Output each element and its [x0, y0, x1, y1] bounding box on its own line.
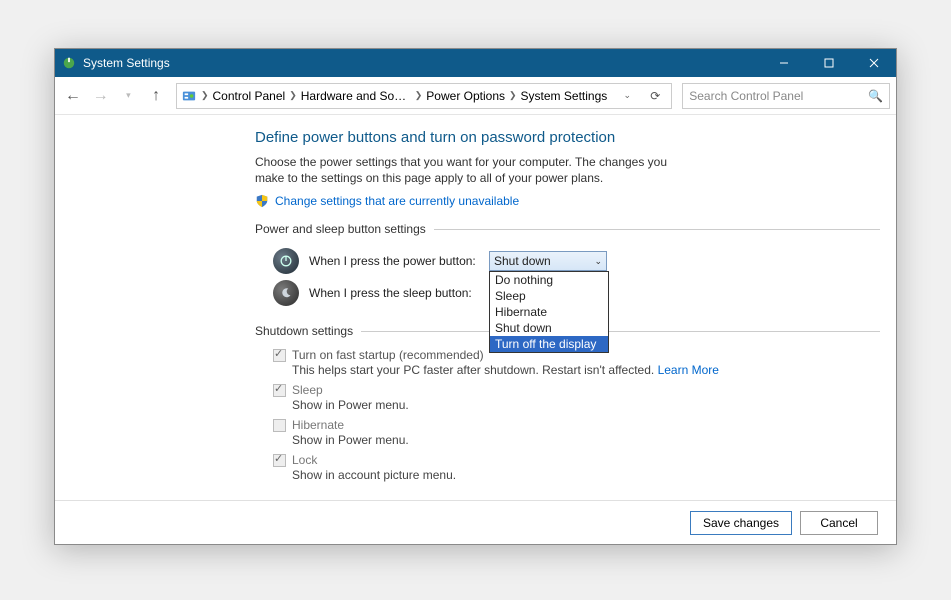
breadcrumb-item[interactable]: System Settings — [521, 89, 608, 103]
dropdown-option[interactable]: Do nothing — [490, 272, 608, 288]
chevron-right-icon: ❯ — [201, 90, 209, 101]
minimize-button[interactable] — [761, 49, 806, 77]
chevron-down-icon: ⌄ — [594, 256, 602, 267]
address-dropdown-icon[interactable]: ⌄ — [615, 84, 639, 108]
checkbox-description: Show in Power menu. — [292, 398, 880, 412]
checkbox-label: Turn on fast startup (recommended) — [292, 348, 484, 362]
power-button-combo[interactable]: Shut down ⌄ Do nothingSleepHibernateShut… — [489, 251, 607, 271]
page-title: Define power buttons and turn on passwor… — [255, 129, 880, 146]
learn-more-link[interactable]: Learn More — [658, 363, 719, 377]
control-panel-icon — [181, 88, 197, 104]
page-description: Choose the power settings that you want … — [255, 154, 695, 186]
power-icon — [273, 248, 299, 274]
dropdown-option[interactable]: Shut down — [490, 320, 608, 336]
breadcrumb-item[interactable]: Power Options — [426, 89, 505, 103]
app-icon — [61, 55, 77, 71]
checkbox-label: Lock — [292, 453, 317, 467]
group-label: Shutdown settings — [255, 324, 353, 338]
dropdown-option[interactable]: Sleep — [490, 288, 608, 304]
group-power-sleep: Power and sleep button settings — [255, 222, 880, 236]
titlebar: System Settings — [55, 49, 896, 77]
group-label: Power and sleep button settings — [255, 222, 426, 236]
back-button[interactable]: ← — [61, 84, 85, 108]
breadcrumb-item[interactable]: Control Panel — [212, 89, 285, 103]
dialog-footer: Save changes Cancel — [55, 500, 896, 544]
checkbox-description: This helps start your PC faster after sh… — [292, 363, 880, 377]
checkbox — [273, 384, 286, 397]
checkbox-label: Hibernate — [292, 418, 344, 432]
breadcrumb-item[interactable]: Hardware and Sound — [301, 89, 411, 103]
window-title: System Settings — [83, 56, 761, 70]
cancel-button[interactable]: Cancel — [800, 511, 878, 535]
shutdown-item: HibernateShow in Power menu. — [273, 418, 880, 447]
search-box[interactable]: 🔍 — [682, 83, 890, 109]
checkbox — [273, 349, 286, 362]
refresh-button[interactable]: ⟳ — [643, 84, 667, 108]
close-button[interactable] — [851, 49, 896, 77]
dropdown-option[interactable]: Turn off the display — [490, 336, 608, 352]
power-button-row: When I press the power button: Shut down… — [255, 248, 880, 274]
sleep-icon — [273, 280, 299, 306]
checkbox — [273, 419, 286, 432]
combo-value: Shut down — [494, 254, 551, 268]
forward-button[interactable]: → — [89, 84, 113, 108]
uac-shield-icon — [255, 194, 269, 208]
checkbox — [273, 454, 286, 467]
maximize-button[interactable] — [806, 49, 851, 77]
shutdown-settings-list: Turn on fast startup (recommended)This h… — [255, 348, 880, 482]
toolbar: ← → ▾ ↑ ❯ Control Panel ❯ Hardware and S… — [55, 77, 896, 115]
chevron-right-icon: ❯ — [509, 90, 517, 101]
chevron-right-icon: ❯ — [415, 90, 423, 101]
address-bar[interactable]: ❯ Control Panel ❯ Hardware and Sound ❯ P… — [176, 83, 672, 109]
checkbox-label: Sleep — [292, 383, 323, 397]
search-icon[interactable]: 🔍 — [868, 89, 883, 103]
up-button[interactable]: ↑ — [144, 84, 168, 108]
checkbox-description: Show in Power menu. — [292, 433, 880, 447]
uac-change-settings-link[interactable]: Change settings that are currently unava… — [275, 194, 519, 208]
shutdown-item: SleepShow in Power menu. — [273, 383, 880, 412]
content-area: Define power buttons and turn on passwor… — [55, 115, 896, 482]
chevron-right-icon: ❯ — [289, 90, 297, 101]
sleep-button-label: When I press the sleep button: — [309, 286, 479, 300]
search-input[interactable] — [689, 89, 868, 103]
checkbox-description: Show in account picture menu. — [292, 468, 880, 482]
power-button-dropdown: Do nothingSleepHibernateShut downTurn of… — [489, 271, 609, 353]
shutdown-item: LockShow in account picture menu. — [273, 453, 880, 482]
power-button-label: When I press the power button: — [309, 254, 479, 268]
save-button[interactable]: Save changes — [690, 511, 792, 535]
window: System Settings ← → ▾ ↑ ❯ Control Panel … — [54, 48, 897, 545]
recent-dropdown[interactable]: ▾ — [116, 84, 140, 108]
dropdown-option[interactable]: Hibernate — [490, 304, 608, 320]
